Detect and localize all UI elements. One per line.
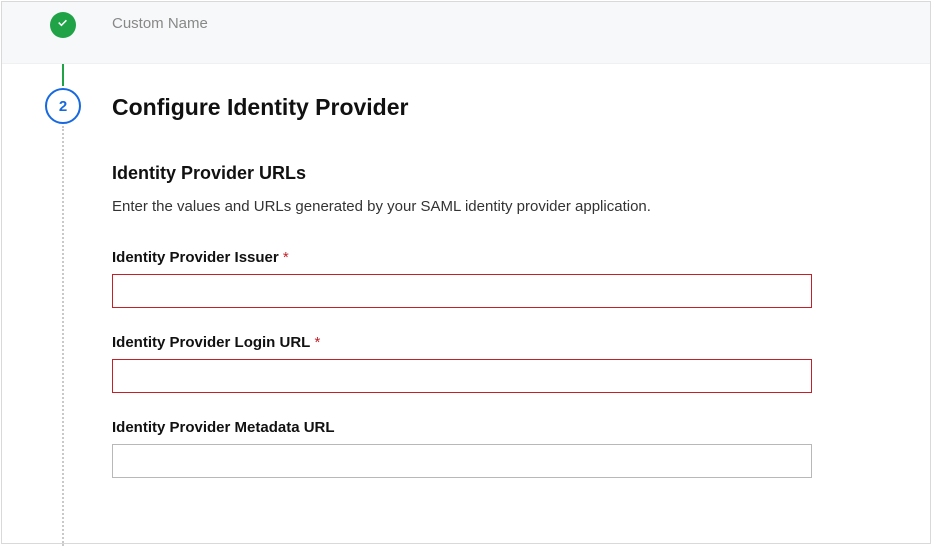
connector-solid [62,64,64,86]
wizard-container: Custom Name 2 Configure Identity Provide… [1,1,931,544]
check-icon [56,16,70,35]
required-mark: * [310,334,320,351]
connector-dotted [62,126,64,546]
step2-title: Configure Identity Provider [112,94,870,121]
login-url-label-text: Identity Provider Login URL [112,334,310,351]
step-rail: 2 [42,64,84,546]
metadata-url-input[interactable] [112,444,812,478]
section-desc: Enter the values and URLs generated by y… [112,198,870,215]
step2-section: 2 Configure Identity Provider Identity P… [2,64,930,546]
issuer-input[interactable] [112,274,812,308]
step2-content: Configure Identity Provider Identity Pro… [84,64,930,546]
step1-label: Custom Name [112,15,208,32]
metadata-url-label: Identity Provider Metadata URL [112,419,870,436]
login-url-label: Identity Provider Login URL * [112,334,870,351]
field-login-url: Identity Provider Login URL * [112,334,870,393]
issuer-label: Identity Provider Issuer * [112,249,870,266]
required-mark: * [279,249,289,266]
section-title: Identity Provider URLs [112,163,870,184]
step2-badge: 2 [45,88,81,124]
login-url-input[interactable] [112,359,812,393]
issuer-label-text: Identity Provider Issuer [112,249,279,266]
step1-header: Custom Name [2,2,930,64]
field-metadata-url: Identity Provider Metadata URL [112,419,870,478]
field-issuer: Identity Provider Issuer * [112,249,870,308]
step1-complete-badge [50,12,76,38]
